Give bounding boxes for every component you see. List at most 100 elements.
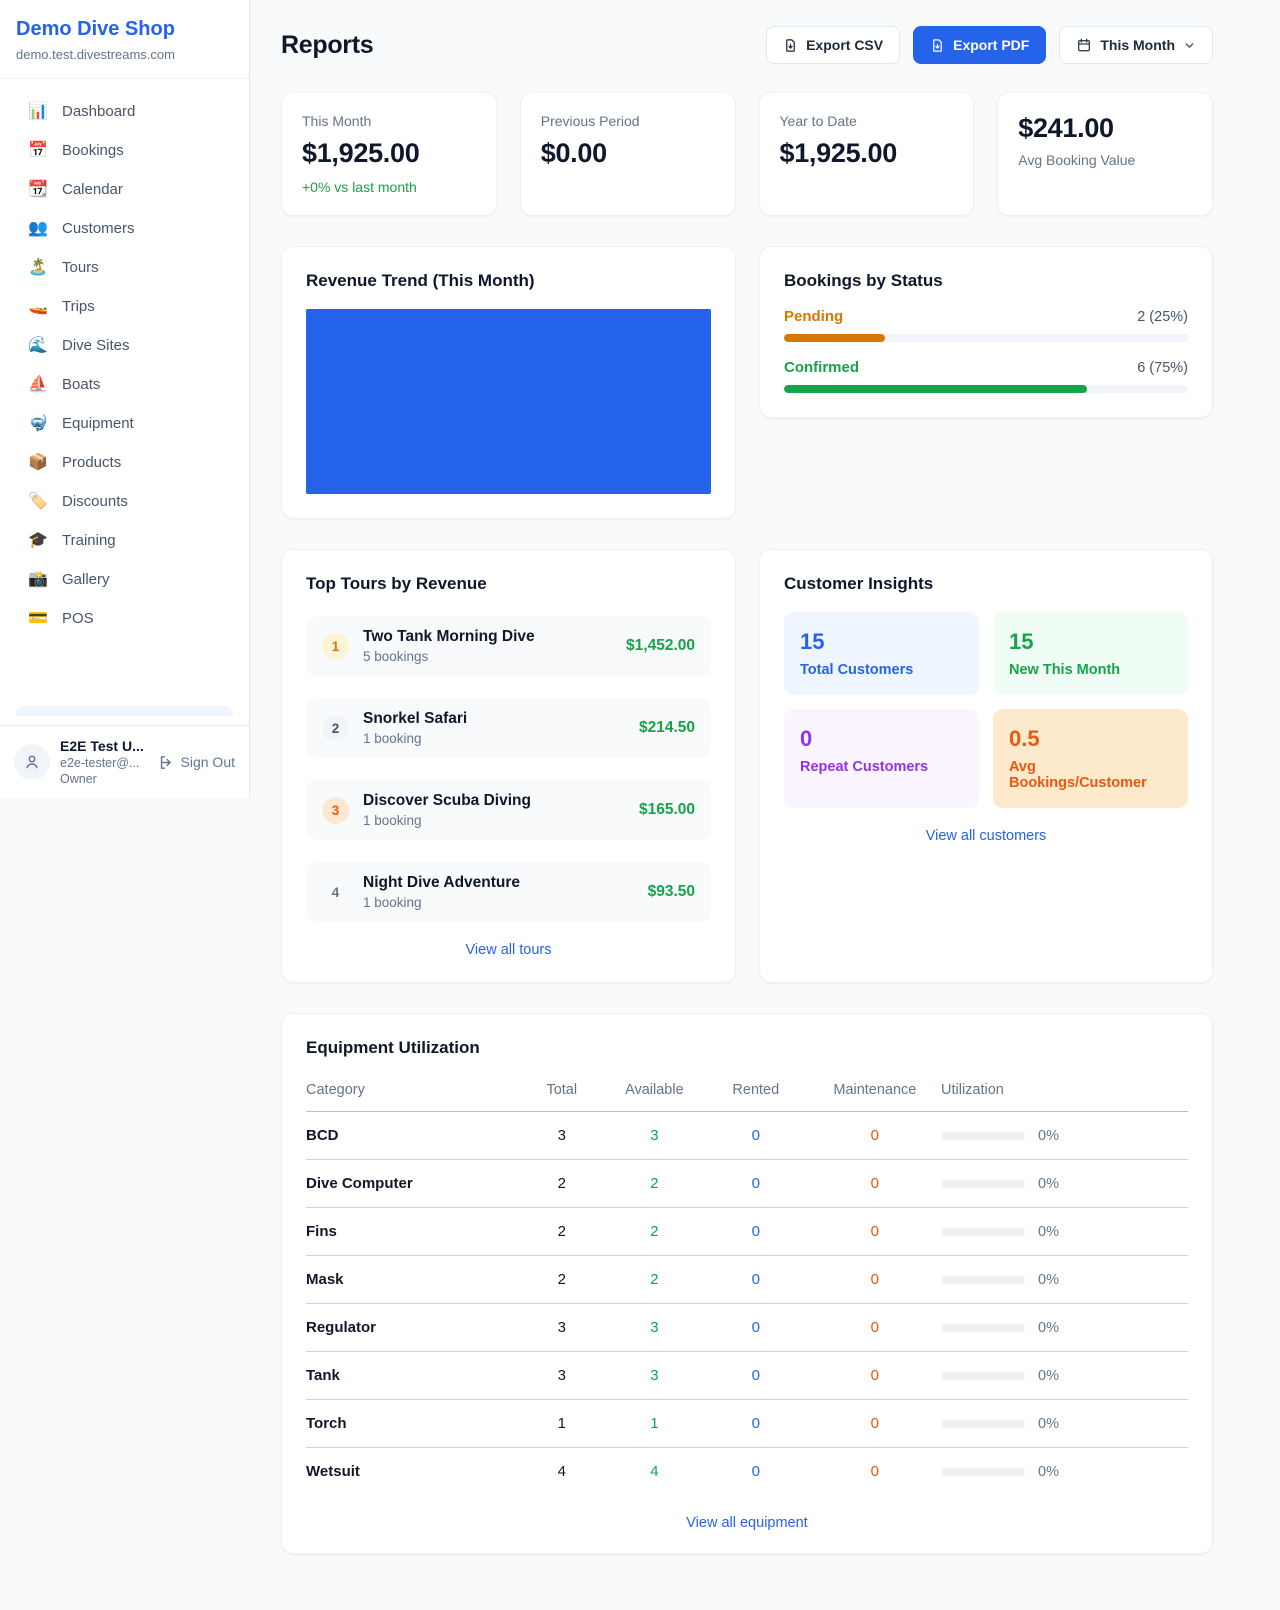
file-download-icon [930,38,945,53]
table-row: BCD 3 3 0 0 0% [306,1112,1188,1160]
page-title: Reports [281,31,373,60]
utilization-text: 0% [1038,1176,1059,1192]
cell-utilization: 0% [941,1160,1188,1208]
sidebar-item-tours[interactable]: 🏝️ Tours [16,249,233,286]
sidebar-item-calendar[interactable]: 📆 Calendar [16,171,233,208]
customer-insights-title: Customer Insights [784,574,1188,594]
credit-card-icon: 💳 [28,611,48,627]
cell-total: 2 [518,1256,606,1304]
view-all-tours-link[interactable]: View all tours [466,942,552,958]
camera-icon: 📸 [28,572,48,588]
tile-value: 15 [800,629,963,655]
equipment-utilization-title: Equipment Utilization [306,1038,1188,1058]
view-all-equipment-link[interactable]: View all equipment [686,1515,807,1531]
cell-maintenance: 0 [809,1304,941,1352]
stat-card-year-to-date: Year to Date $1,925.00 [759,92,975,216]
tile-label: Total Customers [800,662,963,678]
calendar-icon: 📆 [28,182,48,198]
sidebar-item-gallery[interactable]: 📸 Gallery [16,561,233,598]
sidebar-item-discounts[interactable]: 🏷️ Discounts [16,483,233,520]
export-csv-button[interactable]: Export CSV [766,26,900,64]
cell-rented: 0 [703,1448,809,1496]
tour-bookings: 5 bookings [363,649,612,664]
export-pdf-button[interactable]: Export PDF [913,26,1046,64]
cell-available: 1 [606,1400,703,1448]
sidebar-item-training[interactable]: 🎓 Training [16,522,233,559]
sidebar-item-boats[interactable]: ⛵ Boats [16,366,233,403]
tour-name: Night Dive Adventure [363,874,634,892]
sidebar-item-customers[interactable]: 👥 Customers [16,210,233,247]
cell-total: 4 [518,1448,606,1496]
tile-new-this-month: 15 New This Month [993,612,1188,695]
cell-rented: 0 [703,1112,809,1160]
bookings-by-status-title: Bookings by Status [784,271,1188,291]
sailboat-icon: ⛵ [28,377,48,393]
cell-category: Tank [306,1352,518,1400]
sidebar-item-dashboard[interactable]: 📊 Dashboard [16,93,233,130]
utilization-track [941,1132,1025,1140]
cell-maintenance: 0 [809,1208,941,1256]
cell-utilization: 0% [941,1208,1188,1256]
period-select[interactable]: This Month [1059,26,1213,64]
tour-amount: $165.00 [639,801,695,819]
sidebar-user-footer: E2E Test U... e2e-tester@... Owner Sign … [0,725,249,798]
column-header-maintenance: Maintenance [809,1078,941,1112]
cell-total: 3 [518,1112,606,1160]
user-name: E2E Test U... [60,738,148,754]
avatar [14,744,50,780]
sidebar-item-label: POS [62,610,94,627]
sidebar-item-pos[interactable]: 💳 POS [16,600,233,637]
page-header: Reports Export CSV Export PDF This Month [281,26,1213,64]
sidebar-item-label: Gallery [62,571,110,588]
sidebar-item-label: Calendar [62,181,123,198]
utilization-text: 0% [1038,1224,1059,1240]
cell-category: Torch [306,1400,518,1448]
stat-card-previous-period: Previous Period $0.00 [520,92,736,216]
sidebar-item-label: Products [62,454,121,471]
rank-badge: 2 [322,715,349,742]
sign-out-button[interactable]: Sign Out [158,754,235,771]
cell-rented: 0 [703,1400,809,1448]
status-label: Pending [784,308,843,325]
status-label: Confirmed [784,359,859,376]
user-icon [23,753,41,771]
cell-rented: 0 [703,1352,809,1400]
sidebar-item-label: Boats [62,376,100,393]
sidebar-item-products[interactable]: 📦 Products [16,444,233,481]
package-icon: 📦 [28,455,48,471]
status-row-confirmed: Confirmed 6 (75%) [784,359,1188,393]
status-row-pending: Pending 2 (25%) [784,308,1188,342]
list-item: 3 Discover Scuba Diving 1 booking $165.0… [306,780,711,840]
user-email: e2e-tester@... [60,756,148,770]
cell-available: 3 [606,1304,703,1352]
bookings-by-status-card: Bookings by Status Pending 2 (25%) Confi… [759,246,1213,418]
view-all-customers-link[interactable]: View all customers [926,828,1047,844]
cell-utilization: 0% [941,1352,1188,1400]
cell-maintenance: 0 [809,1448,941,1496]
shop-domain: demo.test.divestreams.com [16,47,233,62]
sidebar-item-equipment[interactable]: 🤿 Equipment [16,405,233,442]
sidebar-item-reports-partial[interactable] [16,706,233,716]
list-item: 2 Snorkel Safari 1 booking $214.50 [306,698,711,758]
tour-bookings: 1 booking [363,813,625,828]
tour-name: Discover Scuba Diving [363,792,625,810]
tour-bookings: 1 booking [363,895,634,910]
list-item: 4 Night Dive Adventure 1 booking $93.50 [306,862,711,922]
utilization-text: 0% [1038,1416,1059,1432]
cell-available: 2 [606,1256,703,1304]
sidebar-item-bookings[interactable]: 📅 Bookings [16,132,233,169]
sidebar-item-dive-sites[interactable]: 🌊 Dive Sites [16,327,233,364]
utilization-text: 0% [1038,1272,1059,1288]
cell-utilization: 0% [941,1448,1188,1496]
sidebar-item-trips[interactable]: 🚤 Trips [16,288,233,325]
column-header-total: Total [518,1078,606,1112]
cell-available: 4 [606,1448,703,1496]
cell-available: 3 [606,1112,703,1160]
equipment-table: Category Total Available Rented Maintena… [306,1078,1188,1495]
sidebar-item-label: Discounts [62,493,128,510]
tour-name: Two Tank Morning Dive [363,628,612,646]
charts-row: Revenue Trend (This Month) Bookings by S… [281,246,1213,519]
export-pdf-label: Export PDF [953,37,1029,53]
tile-value: 15 [1009,629,1172,655]
cell-maintenance: 0 [809,1112,941,1160]
